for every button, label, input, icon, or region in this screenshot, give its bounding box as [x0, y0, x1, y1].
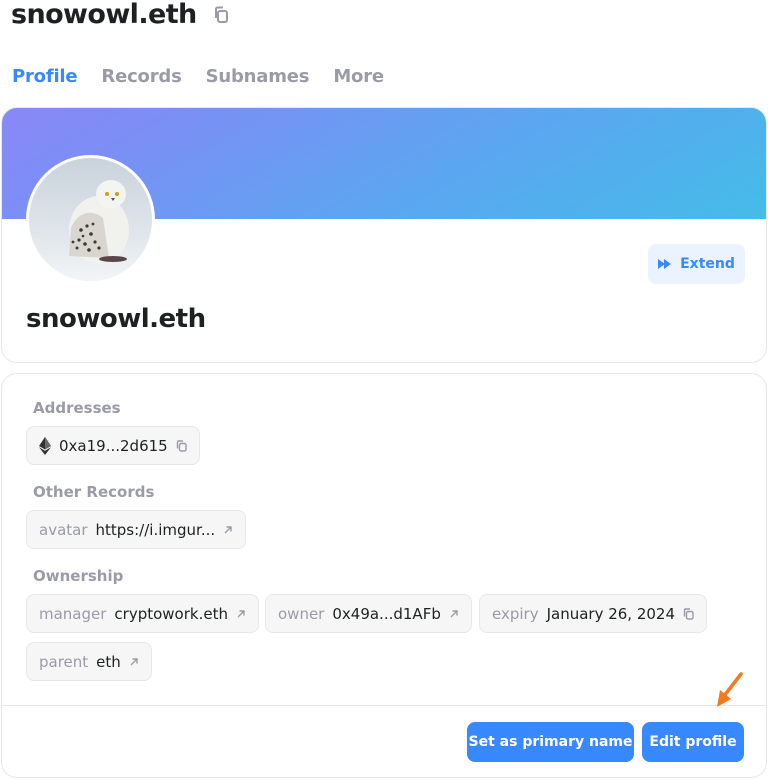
parent-chip[interactable]: parent eth — [26, 642, 152, 681]
profile-name: snowowl.eth — [26, 304, 206, 334]
record-key: manager — [39, 604, 107, 623]
page-title: snowowl.eth — [11, 0, 197, 30]
record-value: 0x49a...d1AFb — [332, 604, 441, 623]
set-primary-name-button[interactable]: Set as primary name — [467, 722, 634, 762]
external-link-icon — [223, 525, 233, 535]
external-link-icon — [236, 609, 246, 619]
extend-button[interactable]: Extend — [648, 244, 745, 284]
avatar-record-chip[interactable]: avatar https://i.imgur... — [26, 510, 247, 549]
external-link-icon — [129, 657, 139, 667]
record-key: parent — [39, 652, 89, 671]
annotation-arrow-icon — [712, 672, 744, 714]
tab-more[interactable]: More — [333, 64, 384, 90]
fast-forward-icon — [658, 259, 672, 269]
profile-card: Extend snowowl.eth — [1, 107, 767, 363]
tab-records[interactable]: Records — [101, 64, 181, 90]
divider — [2, 705, 766, 706]
addresses-label: Addresses — [33, 399, 121, 417]
record-value: https://i.imgur... — [95, 520, 216, 539]
ethereum-icon — [39, 436, 51, 455]
record-key: expiry — [492, 604, 539, 623]
owner-chip[interactable]: owner 0x49a...d1AFb — [265, 594, 472, 633]
record-value: January 26, 2024 — [546, 604, 676, 623]
record-value: eth — [96, 652, 121, 671]
record-value: cryptowork.eth — [114, 604, 228, 623]
tab-subnames[interactable]: Subnames — [206, 64, 310, 90]
copy-icon[interactable] — [176, 439, 187, 452]
record-key: avatar — [39, 520, 88, 539]
external-link-icon — [449, 609, 459, 619]
ownership-label: Ownership — [33, 567, 124, 585]
manager-chip[interactable]: manager cryptowork.eth — [26, 594, 259, 633]
records-card: Addresses 0xa19...2d615 Other Records av… — [1, 373, 767, 778]
tab-bar: Profile Records Subnames More — [12, 64, 384, 90]
address-chip[interactable]: 0xa19...2d615 — [26, 426, 200, 465]
copy-icon[interactable] — [213, 6, 229, 24]
expiry-chip[interactable]: expiry January 26, 2024 — [479, 594, 708, 633]
address-value: 0xa19...2d615 — [59, 436, 168, 455]
copy-icon[interactable] — [683, 607, 694, 620]
extend-label: Extend — [680, 256, 735, 272]
avatar — [26, 155, 155, 284]
other-records-label: Other Records — [33, 483, 155, 501]
header: snowowl.eth — [11, 0, 229, 30]
tab-profile[interactable]: Profile — [12, 64, 78, 90]
record-key: owner — [278, 604, 325, 623]
edit-profile-button[interactable]: Edit profile — [642, 722, 744, 762]
